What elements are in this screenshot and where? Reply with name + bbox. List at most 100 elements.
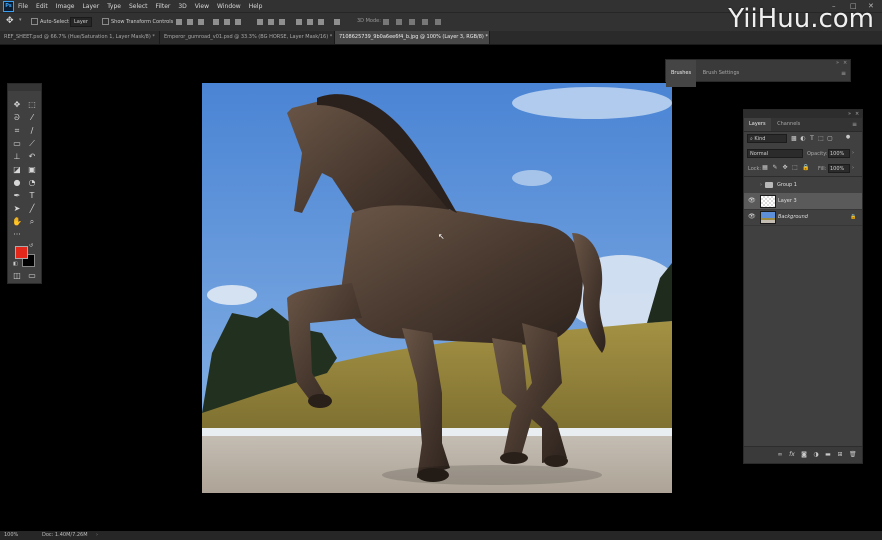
menu-type[interactable]: Type (107, 3, 121, 10)
3d-rotate-icon[interactable] (383, 19, 389, 25)
align-right-icon[interactable] (235, 19, 241, 25)
distribute-left-icon[interactable] (296, 19, 302, 25)
menu-image[interactable]: Image (56, 3, 75, 10)
menu-help[interactable]: Help (249, 3, 263, 10)
menu-view[interactable]: View (195, 3, 209, 10)
marquee-tool-icon[interactable]: ⬚ (27, 100, 37, 110)
auto-select-target-dropdown[interactable]: Layer (70, 17, 92, 27)
3d-drag-icon[interactable] (409, 19, 415, 25)
default-colors-icon[interactable]: ◧ (13, 261, 18, 267)
filter-type-icon[interactable]: T (809, 136, 815, 142)
auto-align-icon[interactable] (334, 19, 340, 25)
close-panel-icon[interactable]: × (855, 110, 859, 118)
collapse-icon[interactable]: » (836, 50, 839, 77)
shape-tool-icon[interactable]: ╱ (27, 204, 37, 214)
gradient-tool-icon[interactable]: ▣ (27, 165, 37, 175)
tools-panel-grip[interactable] (8, 84, 41, 91)
layer-row-background[interactable]: 👁 Background 🔒 (744, 209, 862, 226)
layer-filter-dropdown[interactable]: ⌕ Kind (747, 134, 787, 143)
tab-brush-settings[interactable]: Brush Settings (698, 60, 745, 87)
new-layer-icon[interactable]: ⊞ (837, 452, 843, 458)
distribute-right-icon[interactable] (318, 19, 324, 25)
collapse-icon[interactable]: » (848, 110, 851, 118)
fill-input[interactable]: 100% (828, 164, 850, 173)
panel-menu-icon[interactable]: ≡ (841, 60, 846, 87)
type-tool-icon[interactable]: T (27, 191, 37, 201)
status-menu-chevron-icon[interactable]: › (96, 531, 98, 540)
3d-slide-icon[interactable] (422, 19, 428, 25)
adjustment-layer-icon[interactable]: ◑ (813, 452, 819, 458)
filter-adjustment-icon[interactable]: ◐ (800, 136, 806, 142)
eraser-tool-icon[interactable]: ◪ (12, 165, 22, 175)
align-top-icon[interactable] (176, 19, 182, 25)
align-vertical-center-icon[interactable] (187, 19, 193, 25)
link-layers-icon[interactable]: ∞ (777, 452, 783, 458)
tab-channels[interactable]: Channels (772, 118, 805, 131)
menu-edit[interactable]: Edit (36, 3, 48, 10)
history-brush-tool-icon[interactable]: ↶ (27, 152, 37, 162)
blend-mode-dropdown[interactable]: Normal (747, 149, 803, 158)
document-tab-emperor[interactable]: Emperor_gumroad_v01.psd @ 33.3% (BG HORS… (160, 31, 335, 44)
zoom-tool-icon[interactable]: ⌕ (27, 217, 37, 227)
layer-style-fx-icon[interactable]: fx (789, 452, 795, 458)
filter-pixel-icon[interactable]: ▩ (791, 136, 797, 142)
hand-tool-icon[interactable]: ✋ (12, 217, 22, 227)
align-left-icon[interactable] (213, 19, 219, 25)
zoom-level[interactable]: 100% (4, 531, 18, 540)
layer-row-group-1[interactable]: › Group 1 (744, 177, 862, 194)
lock-artboard-icon[interactable]: ⬚ (792, 165, 798, 171)
panel-menu-icon[interactable]: ≡ (852, 118, 857, 131)
auto-select-checkbox[interactable]: Auto-Select (31, 18, 69, 25)
layer-row-layer-3[interactable]: 👁 Layer 3 (744, 193, 862, 210)
tab-brushes[interactable]: Brushes (666, 60, 697, 87)
lasso-tool-icon[interactable]: ᘐ (12, 113, 22, 123)
menu-file[interactable]: File (18, 3, 28, 10)
visibility-eye-icon[interactable]: 👁 (748, 198, 756, 204)
distribute-top-icon[interactable] (257, 19, 263, 25)
menu-window[interactable]: Window (217, 3, 241, 10)
lock-all-icon[interactable]: 🔒 (802, 165, 809, 171)
path-select-tool-icon[interactable]: ➤ (12, 204, 22, 214)
document-tab-active[interactable]: 7108625739_9b0a6ee6f4_b.jpg @ 100% (Laye… (335, 31, 490, 44)
blur-tool-icon[interactable]: ● (12, 178, 22, 188)
swap-colors-icon[interactable]: ↺ (29, 243, 33, 249)
eyedropper-tool-icon[interactable]: ∕ (27, 126, 37, 136)
new-group-icon[interactable]: ▬ (825, 452, 831, 458)
add-mask-icon[interactable]: ◙ (801, 452, 807, 458)
visibility-eye-icon[interactable]: 👁 (748, 214, 756, 220)
clone-stamp-tool-icon[interactable]: ⊥ (12, 152, 22, 162)
filter-smart-object-icon[interactable]: ▢ (827, 136, 833, 142)
quick-mask-icon[interactable]: ◫ (12, 271, 22, 281)
crop-tool-icon[interactable]: ⌗ (12, 126, 22, 136)
menu-layer[interactable]: Layer (82, 3, 99, 10)
delete-layer-icon[interactable]: 🗑 (849, 452, 857, 458)
document-canvas[interactable]: ↖ (202, 83, 672, 493)
more-tools-icon[interactable]: ··· (12, 230, 22, 240)
healing-brush-tool-icon[interactable]: ▭ (12, 139, 22, 149)
opacity-chevron-icon[interactable]: › (852, 150, 854, 156)
menu-select[interactable]: Select (129, 3, 148, 10)
dodge-tool-icon[interactable]: ◔ (27, 178, 37, 188)
layer-name[interactable]: Group 1 (777, 177, 797, 193)
distribute-vcenter-icon[interactable] (268, 19, 274, 25)
move-tool-preset-icon[interactable]: ✥ (6, 16, 14, 26)
lock-position-icon[interactable]: ✥ (782, 165, 788, 171)
document-tab-ref-sheet[interactable]: REF_SHEET.psd @ 66.7% (Hue/Saturation 1,… (0, 31, 160, 44)
lock-image-icon[interactable]: ✎ (772, 165, 778, 171)
opacity-input[interactable]: 100% (828, 149, 850, 158)
layer-name[interactable]: Background (778, 209, 808, 225)
menu-3d[interactable]: 3D (178, 3, 186, 10)
quick-select-tool-icon[interactable]: ⁄ (27, 113, 37, 123)
distribute-hcenter-icon[interactable] (307, 19, 313, 25)
layer-name[interactable]: Layer 3 (778, 193, 797, 209)
brush-tool-icon[interactable]: ⟋ (27, 139, 37, 149)
lock-transparent-icon[interactable]: ▦ (762, 165, 768, 171)
fill-chevron-icon[interactable]: › (852, 165, 854, 171)
screen-mode-icon[interactable]: ▭ (27, 271, 37, 281)
pen-tool-icon[interactable]: ✒ (12, 191, 22, 201)
filter-shape-icon[interactable]: ⬚ (818, 136, 824, 142)
show-transform-controls-checkbox[interactable]: Show Transform Controls (102, 18, 173, 25)
foreground-color-swatch-top[interactable] (15, 246, 28, 259)
move-tool-icon[interactable]: ✥ (12, 100, 22, 110)
tab-layers[interactable]: Layers (744, 118, 771, 131)
